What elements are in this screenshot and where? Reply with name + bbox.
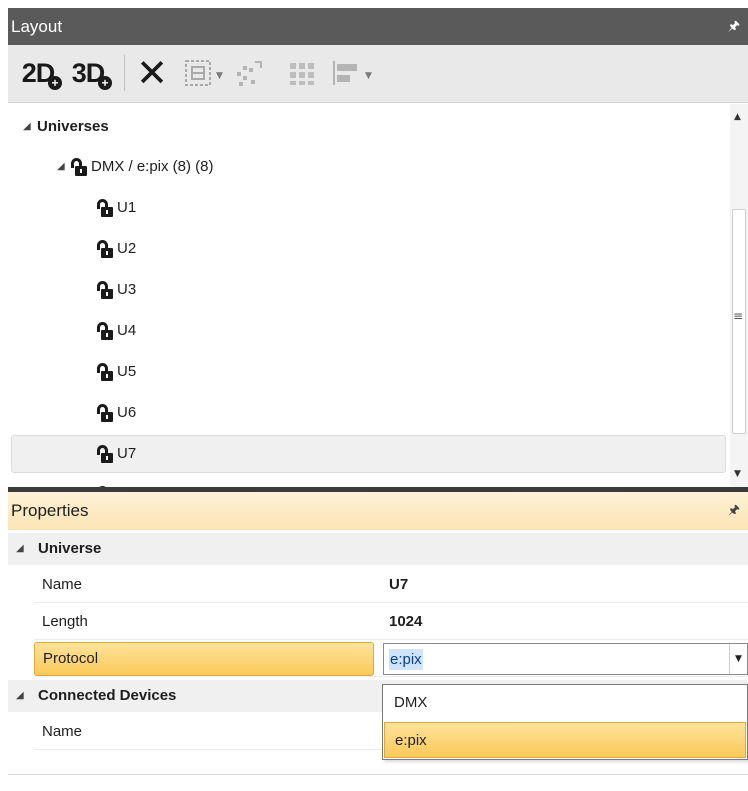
- arrange-icon: [237, 61, 262, 86]
- select-group-button[interactable]: [180, 53, 216, 93]
- collapse-icon[interactable]: ◢: [57, 148, 71, 186]
- add-2d-button[interactable]: 2D +: [16, 53, 62, 93]
- property-label: Protocol: [34, 642, 374, 676]
- unlocked-icon: [97, 445, 113, 463]
- tree-scrollbar[interactable]: ▲ ≡ ▼: [730, 104, 748, 487]
- tree-node-label: DMX / e:pix (8) (8): [91, 158, 214, 175]
- grid-button[interactable]: [284, 53, 320, 93]
- pin-icon[interactable]: 🖈: [728, 492, 740, 530]
- protocol-dropdown-list: DMX e:pix: [382, 684, 748, 760]
- select-group-icon: [185, 60, 211, 86]
- align-left-icon: [333, 61, 357, 85]
- property-value: U7: [389, 576, 409, 593]
- property-length-row[interactable]: Length 1024: [34, 604, 748, 640]
- layout-panel: Layout 🖈 2D + 3D + ✕ ▼ ▼ ◢ Universes ◢ D…: [8, 8, 748, 487]
- protocol-combobox[interactable]: e:pix ▼: [383, 643, 748, 675]
- grip-icon: ≡: [733, 309, 744, 323]
- property-label: Name: [42, 723, 83, 740]
- tree-node-u6[interactable]: U6: [11, 394, 726, 432]
- divider: [8, 774, 748, 775]
- universe-tree: ◢ Universes ◢ DMX / e:pix (8) (8) U1 U2 …: [8, 104, 730, 487]
- layout-toolbar: 2D + 3D + ✕ ▼ ▼: [8, 45, 748, 103]
- property-label: Length: [42, 613, 88, 630]
- collapse-icon[interactable]: ◢: [23, 108, 37, 146]
- chevron-down-icon[interactable]: ▼: [216, 71, 223, 81]
- pin-icon[interactable]: 🖈: [728, 8, 740, 45]
- unlocked-icon: [97, 240, 113, 258]
- unlocked-icon: [97, 404, 113, 422]
- align-button[interactable]: [328, 53, 364, 93]
- tree-node-label: U2: [117, 240, 137, 257]
- protocol-option-epix[interactable]: e:pix: [384, 722, 746, 758]
- grid-icon: [290, 63, 314, 85]
- tree-node-label: U1: [117, 199, 137, 216]
- tree-node-u2[interactable]: U2: [11, 230, 726, 268]
- protocol-combobox-text[interactable]: e:pix: [389, 649, 423, 670]
- properties-panel-title: Properties: [11, 501, 89, 520]
- protocol-option-dmx[interactable]: DMX: [384, 685, 746, 721]
- unlocked-icon: [71, 158, 87, 176]
- delete-button[interactable]: ✕: [132, 51, 172, 95]
- plus-icon: +: [48, 76, 62, 90]
- tree-node-label: U3: [117, 281, 137, 298]
- property-label: Name: [42, 576, 83, 593]
- layout-panel-title: Layout: [11, 17, 63, 36]
- tree-node-u1[interactable]: U1: [11, 189, 726, 227]
- tree-node-universes[interactable]: ◢ Universes: [11, 108, 726, 146]
- tree-node-dmx-group[interactable]: ◢ DMX / e:pix (8) (8): [11, 148, 726, 186]
- unlocked-icon: [97, 199, 113, 217]
- tree-node-label: U4: [117, 322, 137, 339]
- add-3d-button[interactable]: 3D +: [66, 53, 112, 93]
- tree-node-u8[interactable]: U8: [11, 476, 726, 487]
- delete-icon: ✕: [136, 51, 168, 95]
- tree-node-label: U6: [117, 404, 137, 421]
- properties-panel-header: Properties 🖈: [8, 492, 748, 530]
- unlocked-icon: [97, 322, 113, 340]
- tree-node-label: U8: [117, 476, 136, 487]
- layout-panel-header: Layout 🖈: [8, 8, 748, 45]
- toolbar-separator: [124, 55, 125, 91]
- collapse-icon[interactable]: ◢: [16, 680, 38, 712]
- tree-node-u4[interactable]: U4: [11, 312, 726, 350]
- scroll-down-icon[interactable]: ▼: [734, 469, 741, 479]
- tree-node-label: Universes: [37, 118, 109, 135]
- unlocked-icon: [97, 281, 113, 299]
- tree-node-label: U5: [117, 363, 137, 380]
- category-label: Universe: [38, 540, 102, 557]
- chevron-down-icon[interactable]: ▼: [729, 644, 747, 674]
- property-name-row[interactable]: Name U7: [34, 567, 748, 603]
- category-universe[interactable]: ◢ Universe: [8, 533, 748, 565]
- property-value: 1024: [389, 613, 423, 630]
- tree-node-label: U7: [117, 445, 137, 462]
- property-protocol-row[interactable]: Protocol e:pix ▼: [34, 641, 748, 677]
- chevron-down-icon[interactable]: ▼: [365, 71, 372, 81]
- tree-node-u5[interactable]: U5: [11, 353, 726, 391]
- scroll-up-icon[interactable]: ▲: [734, 112, 741, 122]
- category-label: Connected Devices: [38, 687, 177, 704]
- tree-node-u7[interactable]: U7: [11, 435, 726, 473]
- plus-icon: +: [98, 76, 112, 90]
- tree-node-u3[interactable]: U3: [11, 271, 726, 309]
- collapse-icon[interactable]: ◢: [16, 533, 38, 565]
- unlocked-icon: [97, 363, 113, 381]
- arrange-button[interactable]: [232, 53, 268, 93]
